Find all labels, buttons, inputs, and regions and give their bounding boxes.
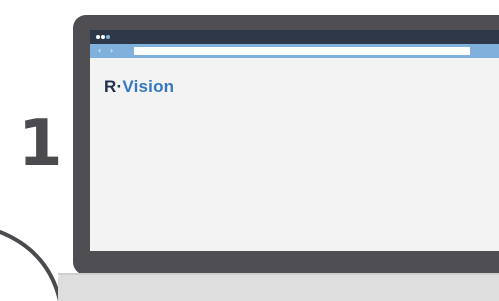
- browser-address-bar: ‹ ›: [90, 44, 499, 58]
- illustration: 1 ‹ › R·Vision: [0, 0, 499, 301]
- forward-arrow-icon[interactable]: ›: [110, 46, 113, 56]
- window-dot-icon[interactable]: [101, 34, 105, 39]
- brand-logo-name: Vision: [122, 77, 175, 96]
- url-input[interactable]: [134, 47, 470, 55]
- brand-logo-letter: R: [104, 77, 117, 96]
- window-dot-active-icon[interactable]: [106, 34, 110, 39]
- brand-logo: R·Vision: [104, 78, 174, 95]
- laptop-screen: ‹ › R·Vision: [90, 30, 499, 251]
- back-arrow-icon[interactable]: ‹: [98, 46, 101, 56]
- laptop-base: [58, 273, 499, 301]
- step-number: 1: [18, 107, 63, 181]
- laptop-base-edge: [58, 273, 499, 275]
- browser-titlebar: [90, 30, 499, 44]
- window-dot-icon[interactable]: [96, 34, 100, 39]
